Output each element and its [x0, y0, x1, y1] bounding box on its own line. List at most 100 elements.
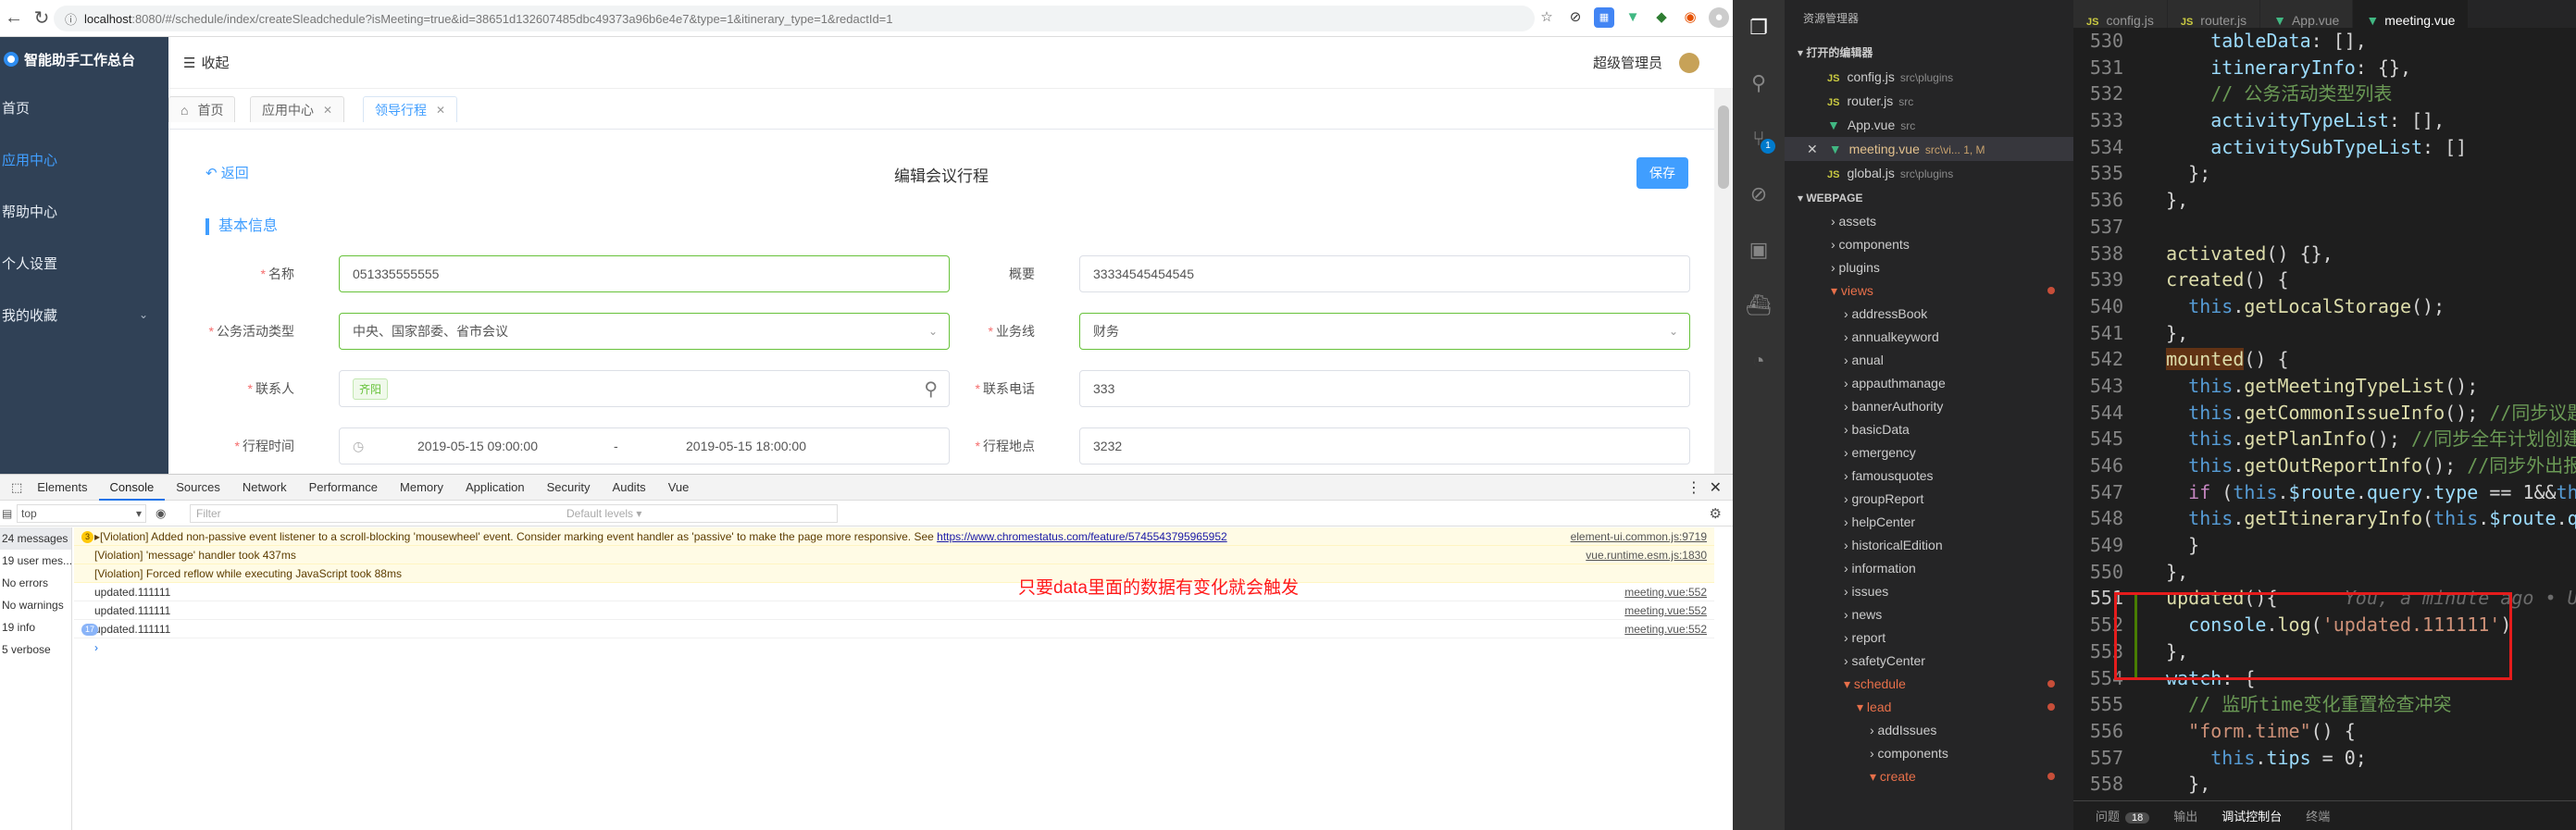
tab-console[interactable]: Console: [98, 475, 166, 501]
docker-icon[interactable]: ⛴: [1746, 292, 1772, 318]
sidebar-item-app-center[interactable]: 应用中心: [0, 133, 168, 185]
sidebar-item-help[interactable]: 帮助中心: [0, 185, 168, 237]
tree-item[interactable]: › report: [1844, 626, 2073, 650]
time-end[interactable]: 2019-05-15 18:00:00: [686, 439, 806, 453]
tree-item[interactable]: › helpCenter: [1844, 510, 2073, 534]
errors-filter[interactable]: No errors: [0, 572, 71, 594]
scroll-thumb[interactable]: [1718, 105, 1729, 189]
timeline-icon[interactable]: ◔: [1746, 348, 1772, 374]
console-filter-input[interactable]: Filter: [190, 503, 838, 523]
tab-output[interactable]: 输出: [2173, 807, 2197, 824]
warnings-filter[interactable]: No warnings: [0, 594, 71, 616]
verbose-filter[interactable]: 5 verbose: [0, 638, 71, 661]
files-icon[interactable]: ❐: [1746, 15, 1772, 41]
tab-audits[interactable]: Audits: [602, 475, 657, 501]
tab-terminal[interactable]: 终端: [2306, 807, 2330, 824]
eye-icon[interactable]: ◉: [156, 506, 166, 521]
extension-green-icon[interactable]: ◆: [1651, 7, 1672, 28]
url-field[interactable]: ⓘ localhost:8080/#/schedule/index/create…: [54, 6, 1535, 31]
kebab-menu-icon[interactable]: ⋮: [1686, 478, 1701, 497]
close-icon[interactable]: ✕: [436, 104, 445, 117]
log-link[interactable]: https://www.chromestatus.com/feature/574…: [937, 530, 1227, 543]
messages-filter[interactable]: 24 messages: [0, 527, 71, 550]
tree-item[interactable]: › plugins: [1831, 255, 2073, 279]
tree-item[interactable]: › assets: [1831, 209, 2073, 233]
log-source[interactable]: element-ui.common.js:9719: [1571, 527, 1707, 546]
extension-icon[interactable]: ▦: [1594, 7, 1614, 28]
tree-item[interactable]: ▾ schedule: [1844, 672, 2073, 696]
sidebar-toggle-icon[interactable]: ▤: [2, 507, 12, 520]
tab-vue[interactable]: Vue: [657, 475, 701, 501]
page-scrollbar[interactable]: [1714, 89, 1733, 474]
tree-item[interactable]: › basicData: [1844, 417, 2073, 441]
sidebar-item-settings[interactable]: 个人设置: [0, 237, 168, 289]
tree-item[interactable]: › components: [1870, 741, 2073, 765]
log-source[interactable]: vue.runtime.esm.js:1830: [1586, 546, 1707, 564]
tree-item[interactable]: › historicalEdition: [1844, 533, 2073, 557]
info-filter[interactable]: 19 info: [0, 616, 71, 638]
log-source[interactable]: meeting.vue:552: [1624, 583, 1707, 601]
log-row[interactable]: [Violation] 'message' handler took 437ms…: [74, 546, 1714, 564]
tree-item[interactable]: › appauthmanage: [1844, 371, 2073, 395]
tab-memory[interactable]: Memory: [389, 475, 454, 501]
log-source[interactable]: meeting.vue:552: [1624, 620, 1707, 638]
open-editor-item-active[interactable]: ✕ ▼ meeting.vue src\vi... 1, M: [1785, 137, 2073, 161]
info-icon[interactable]: ⓘ: [65, 10, 77, 28]
sidebar-item-home[interactable]: 首页: [0, 81, 168, 133]
tree-item[interactable]: › addressBook: [1844, 302, 2073, 326]
tree-item[interactable]: ▾ create: [1870, 764, 2073, 788]
open-editor-item[interactable]: ▼ App.vue src: [1827, 113, 2073, 137]
save-button[interactable]: 保存: [1636, 157, 1688, 189]
tree-item[interactable]: › safetyCenter: [1844, 649, 2073, 673]
tree-item[interactable]: › addIssues: [1870, 718, 2073, 742]
contact-tag[interactable]: 齐阳: [353, 378, 389, 400]
tab-lead-schedule[interactable]: 领导行程 ✕: [363, 96, 458, 122]
tree-item[interactable]: › issues: [1844, 579, 2073, 603]
activity-type-select[interactable]: 中央、国家部委、省市会议 ⌄: [339, 313, 950, 350]
time-start[interactable]: 2019-05-15 09:00:00: [417, 439, 538, 453]
block-icon[interactable]: ⊘: [1565, 7, 1586, 28]
star-icon[interactable]: ☆: [1537, 7, 1557, 28]
close-icon[interactable]: ✕: [1710, 478, 1722, 497]
tab-sources[interactable]: Sources: [165, 475, 231, 501]
log-row[interactable]: 17 updated.111111 meeting.vue:552: [74, 620, 1714, 638]
phone-field[interactable]: 333: [1079, 370, 1690, 407]
tree-item[interactable]: › information: [1844, 556, 2073, 580]
tree-item[interactable]: ▾ views: [1831, 279, 2073, 303]
tree-item[interactable]: › components: [1831, 232, 2073, 256]
tree-item[interactable]: › groupReport: [1844, 487, 2073, 511]
extensions-icon[interactable]: ▣: [1746, 237, 1772, 263]
tab-performance[interactable]: Performance: [298, 475, 389, 501]
log-row[interactable]: 3 ▸[Violation] Added non-passive event li…: [74, 527, 1714, 546]
tree-item[interactable]: › bannerAuthority: [1844, 394, 2073, 418]
tab-network[interactable]: Network: [231, 475, 298, 501]
user-menu[interactable]: 超级管理员: [1593, 52, 1699, 73]
log-row[interactable]: updated.111111 meeting.vue:552: [74, 583, 1714, 601]
log-levels-select[interactable]: Default levels ▾: [566, 507, 641, 520]
tab-security[interactable]: Security: [536, 475, 602, 501]
tab-home[interactable]: ⌂ 首页: [168, 96, 236, 122]
tree-item[interactable]: › emergency: [1844, 440, 2073, 465]
business-line-select[interactable]: 财务 ⌄: [1079, 313, 1690, 350]
tree-item[interactable]: › news: [1844, 602, 2073, 626]
avatar[interactable]: [1679, 52, 1699, 73]
reload-icon[interactable]: ↻: [28, 6, 56, 30]
tree-item[interactable]: › anual: [1844, 348, 2073, 372]
console-prompt[interactable]: ›: [74, 638, 1714, 657]
close-icon[interactable]: ✕: [323, 104, 332, 117]
summary-field[interactable]: 33334545454545: [1079, 255, 1690, 292]
tree-item[interactable]: › annualkeyword: [1844, 325, 2073, 349]
close-icon[interactable]: ✕: [1807, 142, 1818, 156]
vue-devtools-icon[interactable]: ▼: [1623, 7, 1643, 28]
gear-icon[interactable]: ⚙: [1710, 505, 1722, 522]
open-editor-item[interactable]: JS config.js src\plugins: [1827, 65, 2073, 89]
tab-elements[interactable]: Elements: [26, 475, 98, 501]
place-field[interactable]: 3232: [1079, 427, 1690, 465]
tab-problems[interactable]: 问题 18: [2096, 807, 2150, 824]
open-editors-header[interactable]: ▾ 打开的编辑器: [1798, 42, 1873, 64]
contact-field[interactable]: 齐阳 ⚲: [339, 370, 950, 407]
project-header[interactable]: ▾ WEBPAGE: [1798, 187, 1862, 209]
back-arrow-icon[interactable]: ←: [0, 7, 28, 29]
user-messages-filter[interactable]: 19 user mes...: [0, 550, 72, 572]
devtools-cursor-icon[interactable]: ⬚: [7, 475, 26, 501]
